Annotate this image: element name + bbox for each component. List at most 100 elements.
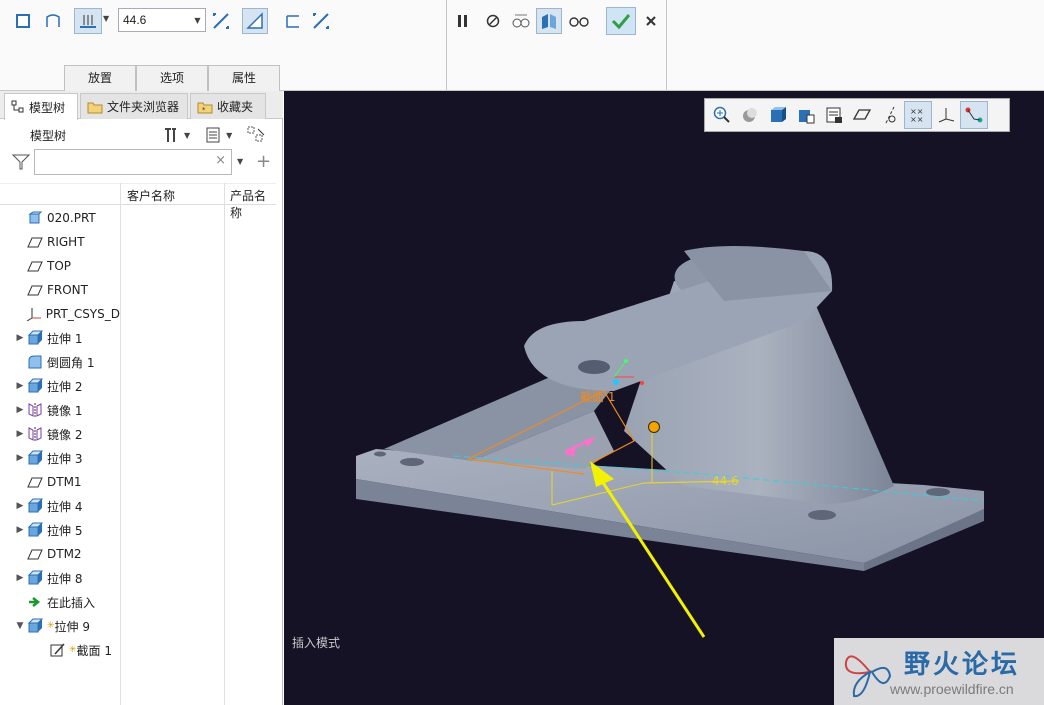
tree-columns-icon[interactable]: [246, 125, 266, 145]
depth-input[interactable]: 44.6: [118, 8, 192, 32]
filter-icon[interactable]: [12, 154, 30, 170]
tree-item[interactable]: ✳ 截面 1: [0, 638, 120, 662]
zoom-in-button[interactable]: [708, 101, 736, 129]
blind-depth-icon: [80, 15, 96, 28]
datum-plane-icon: [26, 234, 44, 250]
thicken-button[interactable]: [280, 8, 306, 34]
tree-item-label: DTM1: [47, 475, 82, 489]
collapse-arrow-icon[interactable]: ▼: [14, 621, 26, 631]
column-divider: [120, 183, 121, 705]
csys-toggle[interactable]: [932, 101, 960, 129]
section-label[interactable]: 截面 1: [580, 388, 615, 405]
expand-arrow-icon[interactable]: ▶: [14, 333, 26, 343]
chevron-down-icon[interactable]: ▼: [184, 131, 190, 140]
toolbar-divider: [666, 0, 667, 91]
mirror-icon: [26, 402, 44, 418]
expand-arrow-icon[interactable]: ▶: [14, 381, 26, 391]
column-product-name[interactable]: 产品名称: [230, 187, 276, 221]
tree-item-label: TOP: [47, 259, 72, 273]
remove-material-button[interactable]: [242, 8, 268, 34]
depth-dropdown-arrow[interactable]: ▼: [190, 8, 206, 32]
expand-arrow-icon[interactable]: ▶: [14, 525, 26, 535]
graphics-window[interactable]: 截面 1 44.6 ×× ×× 插入模式 野火论坛 www.proewildfir…: [284, 91, 1044, 705]
tree-item[interactable]: 倒圆角 1: [0, 350, 120, 374]
svg-text:××: ××: [910, 115, 923, 124]
tree-item[interactable]: ▶ 拉伸 1: [0, 326, 120, 350]
extrude-solid-button[interactable]: [10, 8, 36, 34]
tree-tools: ▼ ▼: [162, 125, 266, 145]
chevron-down-icon[interactable]: ▼: [226, 131, 232, 140]
feature-preview-button[interactable]: [536, 8, 562, 34]
expand-arrow-icon[interactable]: ▶: [14, 501, 26, 511]
tree-item[interactable]: ▶ 拉伸 2: [0, 374, 120, 398]
chevron-down-icon[interactable]: ▼: [237, 157, 243, 166]
tree-item[interactable]: RIGHT: [0, 230, 120, 254]
datum-planes-toggle[interactable]: [848, 101, 876, 129]
refit-button[interactable]: [736, 101, 764, 129]
tab-model-tree[interactable]: 模型树: [4, 93, 78, 120]
tree-item[interactable]: DTM2: [0, 542, 120, 566]
view-manager-button[interactable]: [820, 101, 848, 129]
datum-axes-toggle[interactable]: [876, 101, 904, 129]
pause-button[interactable]: [450, 8, 476, 34]
expand-arrow-icon[interactable]: ▶: [14, 573, 26, 583]
no-preview-button[interactable]: [480, 8, 506, 34]
thicken-flip-button[interactable]: [308, 8, 334, 34]
settings-tools-icon[interactable]: [162, 126, 180, 144]
saved-views-button[interactable]: [792, 101, 820, 129]
chevron-down-icon[interactable]: ▼: [103, 14, 109, 23]
ok-button[interactable]: [606, 7, 636, 35]
tab-properties[interactable]: 属性: [208, 65, 280, 91]
display-style-button[interactable]: [764, 101, 792, 129]
tree-item-label: 拉伸 5: [47, 523, 83, 538]
tree-item[interactable]: TOP: [0, 254, 120, 278]
thicken-icon: [286, 15, 299, 28]
tree-item[interactable]: ▶ 镜像 2: [0, 422, 120, 446]
tree-item[interactable]: 在此插入: [0, 590, 120, 614]
verify-button[interactable]: [566, 8, 592, 34]
watermark-title: 野火论坛: [904, 650, 1021, 680]
depth-option-button[interactable]: [74, 8, 102, 34]
tree-item[interactable]: FRONT: [0, 278, 120, 302]
tree-item[interactable]: ▶ 拉伸 8: [0, 566, 120, 590]
tree-item[interactable]: ▶ 拉伸 3: [0, 446, 120, 470]
close-icon: [646, 16, 656, 26]
tree-item[interactable]: ▶ 拉伸 5: [0, 518, 120, 542]
flip-direction-button[interactable]: [208, 8, 234, 34]
tree-item[interactable]: DTM1: [0, 470, 120, 494]
expand-arrow-icon[interactable]: ▶: [14, 453, 26, 463]
tree-item[interactable]: ▶ 镜像 1: [0, 398, 120, 422]
expand-arrow-icon[interactable]: ▶: [14, 405, 26, 415]
datum-plane-icon: [26, 282, 44, 298]
tree-item[interactable]: ▼ ✳ 拉伸 9: [0, 614, 120, 638]
tree-item[interactable]: ▶ 拉伸 4: [0, 494, 120, 518]
model-view: [356, 246, 985, 638]
expand-arrow-icon[interactable]: ▶: [14, 429, 26, 439]
tree-item[interactable]: 020.PRT: [0, 206, 120, 230]
view-manager-icon: [826, 107, 842, 123]
clear-icon[interactable]: ×: [215, 153, 226, 168]
tab-placement[interactable]: 放置: [64, 65, 136, 91]
tree-item-label: FRONT: [47, 283, 88, 297]
annotation-toggle[interactable]: [960, 101, 988, 129]
datum-points-toggle[interactable]: ×× ××: [904, 101, 932, 129]
tree-filter-input[interactable]: ×: [34, 149, 232, 175]
tab-favorites[interactable]: * 收藏夹: [190, 93, 266, 119]
glasses-icon: [569, 17, 589, 27]
depth-dimension-label[interactable]: 44.6: [712, 474, 739, 488]
tree-item-label: 拉伸 4: [47, 499, 83, 514]
tab-options[interactable]: 选项: [136, 65, 208, 91]
tree-item[interactable]: PRT_CSYS_D: [0, 302, 120, 326]
part-icon: [26, 210, 44, 226]
show-list-icon[interactable]: [204, 126, 222, 144]
tab-folder-browser[interactable]: 文件夹浏览器: [80, 93, 188, 119]
datum-plane-display-icon: [852, 109, 872, 120]
cancel-button[interactable]: [638, 8, 664, 34]
preview-geometry-button[interactable]: [508, 8, 534, 34]
tab-favorites-label: 收藏夹: [217, 100, 254, 114]
extrude-surface-button[interactable]: [40, 8, 66, 34]
column-customer-name[interactable]: 客户名称: [127, 187, 175, 204]
extrude-icon: [26, 618, 44, 634]
tree-column-header: 客户名称 产品名称: [0, 183, 276, 220]
add-filter-icon[interactable]: +: [256, 151, 271, 172]
